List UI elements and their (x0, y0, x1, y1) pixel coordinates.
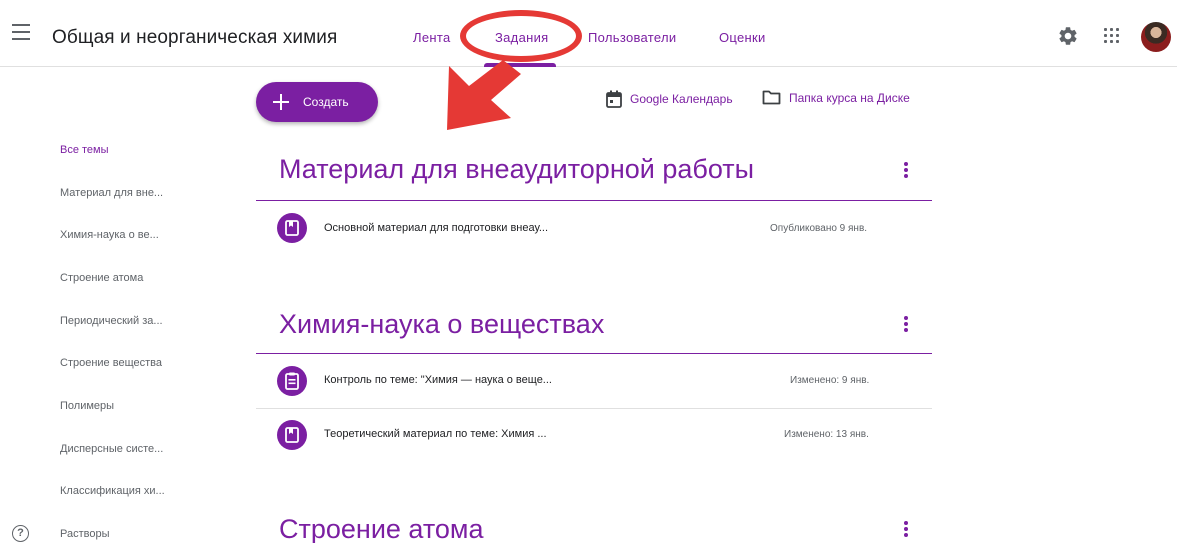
section-divider (256, 353, 932, 354)
classwork-item-status: Изменено: 13 янв. (784, 429, 869, 440)
apps-grid-icon[interactable] (1104, 28, 1120, 44)
arrow-icon (447, 60, 521, 130)
sidebar-topic-item[interactable]: Дисперсные систе... (60, 443, 163, 455)
classwork-item-title[interactable]: Основной материал для подготовки внеау..… (324, 222, 548, 234)
tab-grades[interactable]: Оценки (719, 30, 766, 45)
classwork-item-status: Изменено: 9 янв. (790, 375, 870, 386)
google-calendar-link[interactable]: Google Календарь (606, 90, 733, 108)
classwork-item-status: Опубликовано 9 янв. (770, 223, 868, 234)
drive-folder-label: Папка курса на Диске (789, 90, 910, 105)
book-icon[interactable] (277, 213, 307, 243)
tab-people[interactable]: Пользователи (588, 30, 676, 45)
sidebar-topic-item[interactable]: Материал для вне... (60, 187, 163, 199)
help-icon[interactable]: ? (12, 525, 29, 542)
sidebar-topic-item[interactable]: Строение атома (60, 272, 143, 284)
topic-heading: Химия-наука о веществах (279, 309, 605, 339)
course-title[interactable]: Общая и неорганическая химия (52, 27, 337, 49)
hamburger-menu-icon[interactable] (12, 24, 32, 42)
plus-icon (273, 94, 289, 110)
drive-folder-link[interactable]: Папка курса на Диске (762, 90, 910, 105)
gear-icon[interactable] (1057, 25, 1079, 47)
google-calendar-label: Google Календарь (630, 92, 733, 106)
highlight-ellipse (460, 10, 582, 62)
sidebar-topic-item[interactable]: Растворы (60, 528, 110, 540)
sidebar-topic-item[interactable]: Строение вещества (60, 357, 162, 369)
classwork-item-title[interactable]: Теоретический материал по теме: Химия ..… (324, 428, 547, 440)
create-button-label: Создать (303, 95, 349, 109)
book-icon[interactable] (277, 420, 307, 450)
tab-stream[interactable]: Лента (413, 30, 450, 45)
more-vert-icon[interactable] (904, 521, 908, 537)
sidebar-topic-item[interactable]: Химия-наука о ве... (60, 229, 159, 241)
topic-heading: Строение атома (279, 514, 484, 543)
top-app-bar: Общая и неорганическая химия Лента Задан… (0, 0, 1177, 67)
assignment-icon[interactable] (277, 366, 307, 396)
calendar-icon (606, 90, 622, 108)
sidebar-topic-item[interactable]: Периодический за... (60, 315, 163, 327)
more-vert-icon[interactable] (904, 162, 908, 178)
create-button[interactable]: Создать (256, 82, 378, 122)
item-divider (256, 408, 932, 409)
sidebar-topic-all[interactable]: Все темы (60, 144, 109, 156)
folder-icon (762, 90, 781, 105)
classwork-item-title[interactable]: Контроль по теме: "Химия — наука о веще.… (324, 374, 552, 386)
sidebar-topic-item[interactable]: Полимеры (60, 400, 114, 412)
more-vert-icon[interactable] (904, 316, 908, 332)
section-divider (256, 200, 932, 201)
sidebar-topic-item[interactable]: Классификация хи... (60, 485, 165, 497)
account-avatar[interactable] (1141, 22, 1171, 52)
topic-heading: Материал для внеаудиторной работы (279, 154, 755, 184)
